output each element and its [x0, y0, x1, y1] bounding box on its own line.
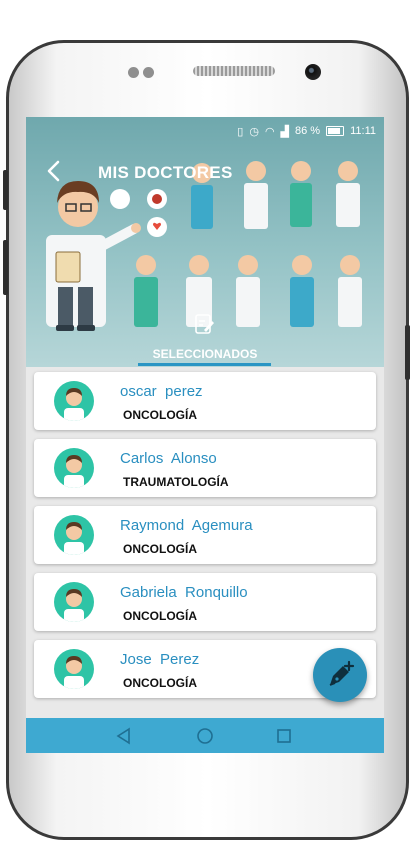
doctor-last-name: perez — [165, 383, 203, 400]
doctor-card[interactable]: Raymond Agemura ONCOLOGÍA — [34, 506, 376, 564]
doctor-name: Gabriela Ronquillo — [120, 584, 248, 601]
front-camera — [305, 64, 321, 80]
avatar — [54, 448, 94, 488]
tab-seleccionados-icon[interactable] — [192, 312, 216, 336]
status-time: 11:11 — [350, 125, 376, 137]
avatar — [54, 515, 94, 555]
doctor-specialty: TRAUMATOLOGÍA — [123, 475, 229, 489]
app-screen: ▯ ◷ ◠ ▟ 86 % 11:11 MIS DOCTORES SELECCIO… — [26, 117, 384, 753]
alarm-icon: ◷ — [249, 125, 259, 138]
earpiece-speaker — [193, 66, 275, 76]
nav-back-icon[interactable] — [114, 726, 134, 746]
avatar — [54, 381, 94, 421]
vibrate-icon: ▯ — [237, 125, 244, 138]
doctor-first-name: Jose — [120, 651, 152, 668]
doctor-first-name: Gabriela — [120, 584, 177, 601]
doctor-card[interactable]: oscar perez ONCOLOGÍA — [34, 372, 376, 430]
staff-row-bottom — [134, 255, 362, 327]
doctor-specialty: ONCOLOGÍA — [123, 408, 197, 422]
doctor-name: Carlos Alonso — [120, 450, 217, 467]
doctor-last-name: Agemura — [191, 517, 253, 534]
signal-icon: ▟ — [280, 125, 290, 138]
power-button — [405, 325, 410, 380]
nav-home-icon[interactable] — [195, 726, 215, 746]
nav-recents-icon[interactable] — [274, 726, 294, 746]
doctor-first-name: Raymond — [120, 517, 185, 534]
edit-document-icon — [195, 314, 214, 334]
doctor-first-name: Carlos — [120, 450, 164, 467]
doctor-name: Jose Perez — [120, 651, 199, 668]
pen-add-icon — [329, 660, 355, 686]
doctor-specialty: ONCOLOGÍA — [123, 676, 197, 690]
doctor-last-name: Alonso — [170, 450, 217, 467]
arrow-left-icon — [47, 160, 60, 182]
doctor-first-name: oscar — [120, 383, 157, 400]
back-button[interactable] — [44, 159, 66, 183]
battery-percent: 86 % — [295, 125, 321, 137]
sensor-dot — [143, 67, 154, 78]
system-nav-bar — [26, 718, 384, 753]
doctor-specialty: ONCOLOGÍA — [123, 542, 197, 556]
tooth-bubble — [110, 189, 130, 209]
tab-indicator — [138, 363, 271, 366]
header-banner: ▯ ◷ ◠ ▟ 86 % 11:11 MIS DOCTORES SELECCIO… — [26, 117, 384, 367]
avatar — [54, 582, 94, 622]
doctor-card[interactable]: Carlos Alonso TRAUMATOLOGÍA — [34, 439, 376, 497]
wifi-icon: ◠ — [264, 125, 275, 138]
doctor-card[interactable]: Gabriela Ronquillo ONCOLOGÍA — [34, 573, 376, 631]
doctor-last-name: Ronquillo — [185, 584, 248, 601]
sensor-dot — [128, 67, 139, 78]
status-bar: ▯ ◷ ◠ ▟ 86 % 11:11 — [237, 123, 376, 139]
volume-button — [3, 170, 8, 210]
doctor-last-name: Perez — [160, 651, 200, 668]
avatar — [54, 649, 94, 689]
page-title: MIS DOCTORES — [98, 163, 233, 182]
battery-icon — [326, 126, 345, 136]
doctor-name: Raymond Agemura — [120, 517, 253, 534]
doctor-specialty: ONCOLOGÍA — [123, 609, 197, 623]
doctor-name: oscar perez — [120, 383, 203, 400]
volume-button-2 — [3, 240, 8, 295]
tab-seleccionados[interactable]: SELECCIONADOS — [26, 347, 384, 361]
add-doctor-fab[interactable] — [313, 648, 367, 702]
